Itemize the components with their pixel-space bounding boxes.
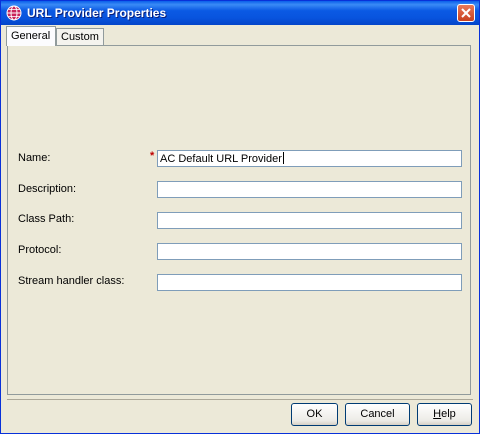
title-bar[interactable]: URL Provider Properties (1, 1, 479, 25)
footer-divider (7, 399, 473, 400)
tab-custom[interactable]: Custom (56, 28, 104, 45)
close-button[interactable] (457, 4, 475, 22)
dialog-window: URL Provider Properties General Custom N… (0, 0, 480, 434)
close-icon (461, 8, 471, 18)
ok-button[interactable]: OK (291, 403, 338, 426)
name-value: AC Default URL Provider (160, 153, 282, 165)
required-marker: * (150, 150, 155, 162)
tab-general[interactable]: General (6, 26, 56, 46)
name-field[interactable]: AC Default URL Provider (157, 150, 462, 167)
name-label: Name: (18, 152, 51, 164)
stream-handler-field[interactable] (157, 274, 462, 291)
stream-handler-label: Stream handler class: (18, 275, 125, 287)
globe-icon (6, 5, 22, 21)
protocol-label: Protocol: (18, 244, 62, 256)
window-title: URL Provider Properties (27, 6, 167, 20)
help-mnemonic: H (433, 408, 442, 420)
help-button[interactable]: Help (417, 403, 472, 426)
protocol-field[interactable] (157, 243, 462, 260)
cancel-button[interactable]: Cancel (345, 403, 410, 426)
classpath-label: Class Path: (18, 213, 75, 225)
description-field[interactable] (157, 181, 462, 198)
classpath-field[interactable] (157, 212, 462, 229)
description-label: Description: (18, 183, 77, 195)
text-caret (282, 152, 284, 164)
help-label-rest: elp (441, 408, 456, 420)
